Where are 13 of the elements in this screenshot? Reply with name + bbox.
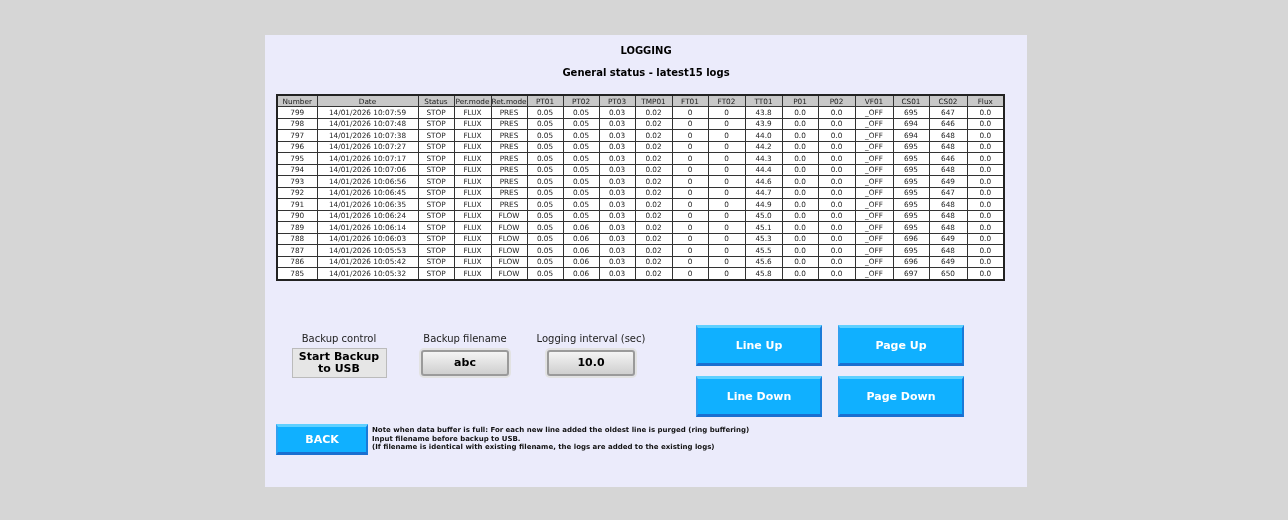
control-label: Logging interval (sec) — [536, 332, 646, 344]
nav-button[interactable]: Page Down — [838, 375, 964, 417]
control-label: Backup filename — [423, 332, 507, 344]
input-field[interactable]: abc — [421, 349, 509, 376]
nav-button[interactable]: Page Up — [838, 324, 964, 366]
page-title: LOGGING — [619, 44, 673, 58]
backup-button[interactable]: Start Backup to USB — [291, 347, 387, 378]
control-label: Backup control — [301, 332, 377, 344]
input-field[interactable]: 10.0 — [547, 349, 635, 376]
nav-button[interactable]: Line Up — [696, 324, 822, 366]
page-subtitle: General status - latest15 logs — [561, 66, 731, 80]
back-button[interactable]: BACK — [276, 423, 368, 455]
nav-button[interactable]: Line Down — [696, 375, 822, 417]
